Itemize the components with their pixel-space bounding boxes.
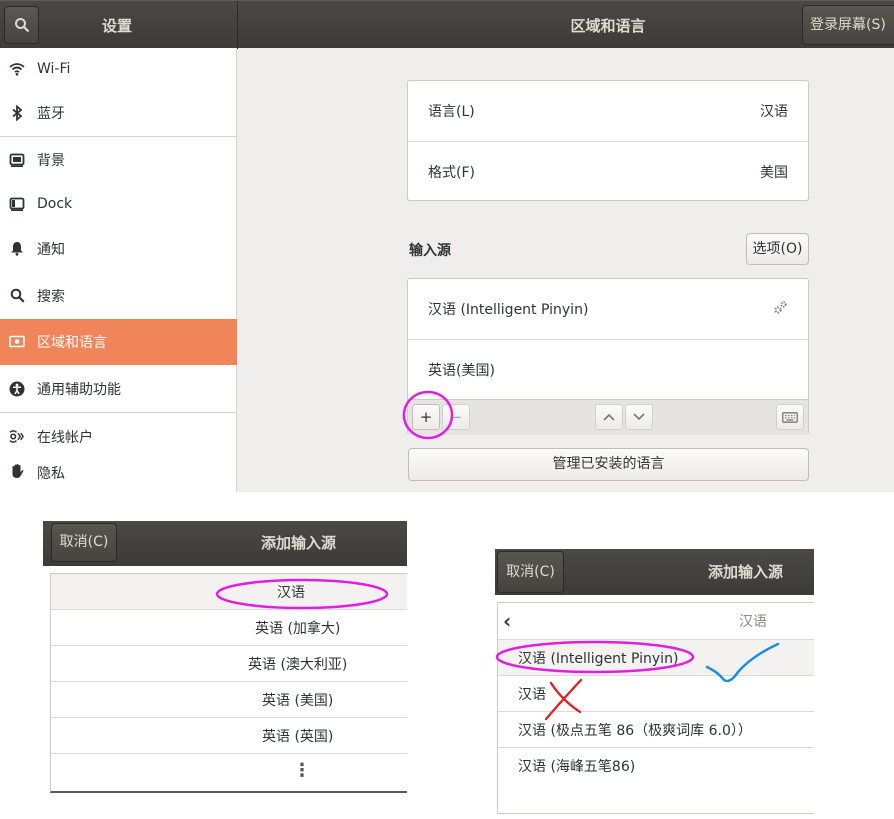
gear-icon <box>774 300 787 314</box>
list-item-label: 英语 (英国) <box>262 728 334 745</box>
list-item[interactable]: 汉语 <box>51 574 407 610</box>
list-item[interactable]: 英语 (澳大利亚) <box>51 646 407 682</box>
input-sources-title: 输入源 <box>409 243 451 259</box>
sidebar-item-privacy[interactable]: 隐私 <box>0 460 237 492</box>
region-icon <box>9 334 25 350</box>
options-button[interactable]: 选项(O) <box>746 233 809 265</box>
sidebar-item-label: 在线帐户 <box>37 429 93 446</box>
sidebar-item-label: 背景 <box>37 153 65 169</box>
list-item[interactable]: 汉语 (Intelligent Pinyin) <box>498 640 814 676</box>
sidebar-item-bluetooth[interactable]: 蓝牙 <box>0 89 237 136</box>
list-item[interactable]: 英语 (英国) <box>51 718 407 754</box>
sidebar-item-search[interactable]: 搜索 <box>0 272 237 319</box>
dock-icon <box>9 196 25 212</box>
sidebar-title: 设置 <box>101 17 132 35</box>
language-list: 汉语 英语 (加拿大) 英语 (澳大利亚) 英语 (美国) 英语 (英国) ⋮ <box>50 573 407 793</box>
sidebar-item-label: 通用辅助功能 <box>37 381 121 398</box>
list-item[interactable]: 汉语 (极点五笔 86（极爽词库 6.0）） <box>498 712 814 748</box>
dialog-title: 添加输入源 <box>261 534 337 552</box>
language-row[interactable]: 语言(L) 汉语 <box>408 81 808 141</box>
input-source-row[interactable]: 英语(美国) <box>408 340 808 399</box>
bell-icon <box>9 241 25 257</box>
sidebar-item-label: 区域和语言 <box>37 335 107 351</box>
sidebar-item-background[interactable]: 背景 <box>0 137 237 183</box>
keyboard-icon <box>782 411 798 423</box>
sidebar-item-region-language[interactable]: 区域和语言 <box>0 319 237 365</box>
sidebar-item-label: 隐私 <box>37 466 65 482</box>
background-icon <box>9 152 25 168</box>
language-value: 汉语 <box>760 104 788 120</box>
sidebar-item-notifications[interactable]: 通知 <box>0 225 237 272</box>
login-screen-button[interactable]: 登录屏幕(S) <box>802 5 894 45</box>
sidebar-item-accessibility[interactable]: 通用辅助功能 <box>0 365 237 412</box>
list-item-label: 汉语 (极点五笔 86（极爽词库 6.0）） <box>518 722 752 739</box>
list-item-label: 汉语 <box>518 686 546 703</box>
remove-input-source-button[interactable]: − <box>442 404 470 430</box>
sidebar-item-label: 搜索 <box>37 288 65 305</box>
format-value: 美国 <box>760 164 788 181</box>
sidebar-item-label: Dock <box>37 196 73 212</box>
add-input-source-dialog: 取消(C) 添加输入源 汉语 英语 (加拿大) 英语 (澳大利亚) 英语 (美国… <box>43 521 407 793</box>
list-item-label: 英语 (美国) <box>262 692 334 709</box>
more-icon: ⋮ <box>293 759 311 781</box>
list-item-label: 英语 (加拿大) <box>255 620 341 637</box>
wifi-icon <box>9 61 25 77</box>
list-item[interactable]: 英语 (美国) <box>51 682 407 718</box>
add-input-source-dialog-chinese: 取消(C) 添加输入源 ‹ 汉语 汉语 (Intelligent Pinyin)… <box>495 549 814 815</box>
move-up-button[interactable] <box>595 404 623 430</box>
header-bar: 设置 区域和语言 登录屏幕(S) <box>0 0 894 49</box>
sidebar-item-online-accounts[interactable]: 在线帐户 <box>0 413 237 460</box>
list-item[interactable]: 汉语 <box>498 676 814 712</box>
input-sources-frame: 汉语 (Intelligent Pinyin) 英语(美国) + − <box>407 278 809 435</box>
online-accounts-icon <box>9 429 25 445</box>
search-icon <box>9 288 25 304</box>
list-item-label: 英语 (澳大利亚) <box>248 656 348 673</box>
accessibility-icon <box>9 381 25 397</box>
dialog-title: 添加输入源 <box>708 563 784 581</box>
add-input-source-button[interactable]: + <box>412 404 440 430</box>
sidebar-item-label: 通知 <box>37 241 65 258</box>
language-format-frame: 语言(L) 汉语 格式(F) 美国 <box>407 80 809 201</box>
move-down-button[interactable] <box>625 404 653 430</box>
cancel-button[interactable]: 取消(C) <box>51 523 117 562</box>
search-button[interactable] <box>4 6 39 44</box>
settings-window: 设置 区域和语言 登录屏幕(S) Wi-Fi 蓝牙 背景 Dock 通知 搜索 … <box>0 0 894 492</box>
language-header-row[interactable]: ‹ 汉语 <box>498 603 814 640</box>
sidebar-item-dock[interactable]: Dock <box>0 183 237 225</box>
list-item-label: 汉语 (海峰五笔86) <box>518 759 636 775</box>
input-source-settings-button[interactable] <box>773 300 788 319</box>
bluetooth-icon <box>9 104 25 121</box>
sidebar: Wi-Fi 蓝牙 背景 Dock 通知 搜索 区域和语言 通用辅助功能 在线帐户… <box>0 48 237 492</box>
input-source-row[interactable]: 汉语 (Intelligent Pinyin) <box>408 279 808 339</box>
more-languages-row[interactable]: ⋮ <box>51 754 407 786</box>
page-title: 区域和语言 <box>570 17 646 35</box>
sidebar-item-label: Wi-Fi <box>37 60 71 77</box>
chevron-up-icon <box>603 413 615 421</box>
input-source-label: 汉语 (Intelligent Pinyin) <box>428 302 589 318</box>
manage-languages-button[interactable]: 管理已安装的语言 <box>408 448 809 481</box>
format-row[interactable]: 格式(F) 美国 <box>408 142 808 201</box>
input-source-label: 英语(美国) <box>428 362 495 379</box>
sidebar-item-label: 蓝牙 <box>37 105 65 122</box>
dialog-header: 取消(C) 添加输入源 <box>43 521 407 566</box>
list-item-label: 汉语 (Intelligent Pinyin) <box>518 650 679 667</box>
hand-icon <box>9 463 25 479</box>
input-sources-toolbar: + − <box>408 399 808 435</box>
keyboard-layout-button[interactable] <box>776 404 804 430</box>
sidebar-item-wifi[interactable]: Wi-Fi <box>0 48 237 89</box>
list-item[interactable]: 汉语 (海峰五笔86) <box>498 748 814 784</box>
chevron-down-icon <box>633 413 645 421</box>
input-method-list: ‹ 汉语 汉语 (Intelligent Pinyin) 汉语 汉语 (极点五笔… <box>497 602 814 814</box>
cancel-button[interactable]: 取消(C) <box>497 551 564 593</box>
back-icon[interactable]: ‹ <box>503 609 511 633</box>
list-item-label: 汉语 <box>277 584 305 601</box>
search-icon <box>14 18 29 33</box>
format-label: 格式(F) <box>428 164 475 181</box>
language-label: 语言(L) <box>428 104 475 120</box>
dialog-header: 取消(C) 添加输入源 <box>495 549 814 595</box>
language-header-label: 汉语 <box>739 614 767 630</box>
list-item[interactable]: 英语 (加拿大) <box>51 610 407 646</box>
